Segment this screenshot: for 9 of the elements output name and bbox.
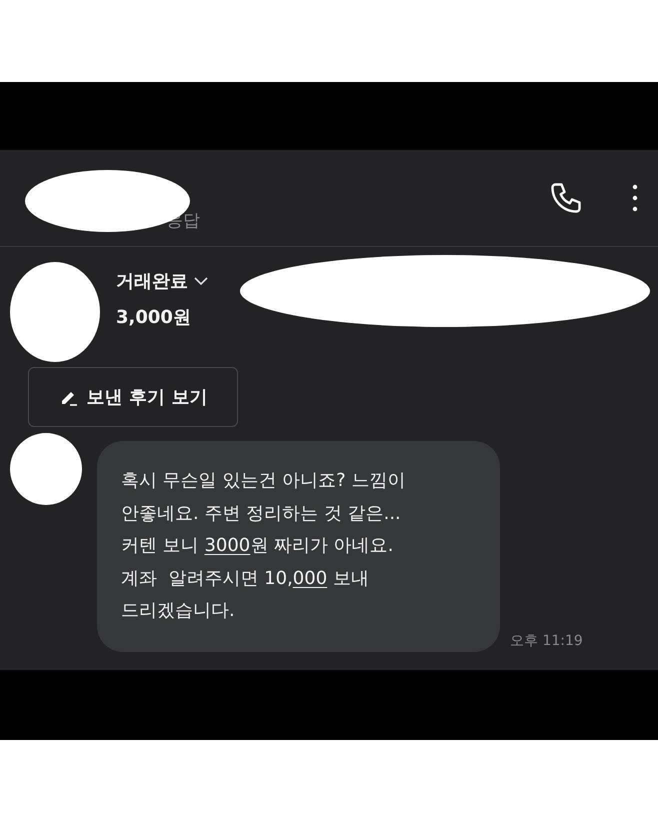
view-review-button[interactable]: 보낸 후기 보기 <box>28 367 238 427</box>
linked-number[interactable]: 3000 <box>204 535 250 556</box>
chevron-down-icon[interactable] <box>194 276 208 286</box>
linked-number[interactable]: 000 <box>292 568 328 588</box>
price: 3,000원 <box>116 306 192 329</box>
more-menu-icon[interactable] <box>632 184 638 212</box>
message-text: 혹시 무슨일 있는건 아니죠? 느낌이 안좋네요. 주변 정리하는 것 같은... 커텐 보니 3000원 짜리가 아네요. 계좌 알려주시면 10,000 보내 드리겠습니다. <box>121 469 406 623</box>
message-time: 오후 11:19 <box>510 632 583 650</box>
trade-status: 거래완료 <box>116 270 188 293</box>
